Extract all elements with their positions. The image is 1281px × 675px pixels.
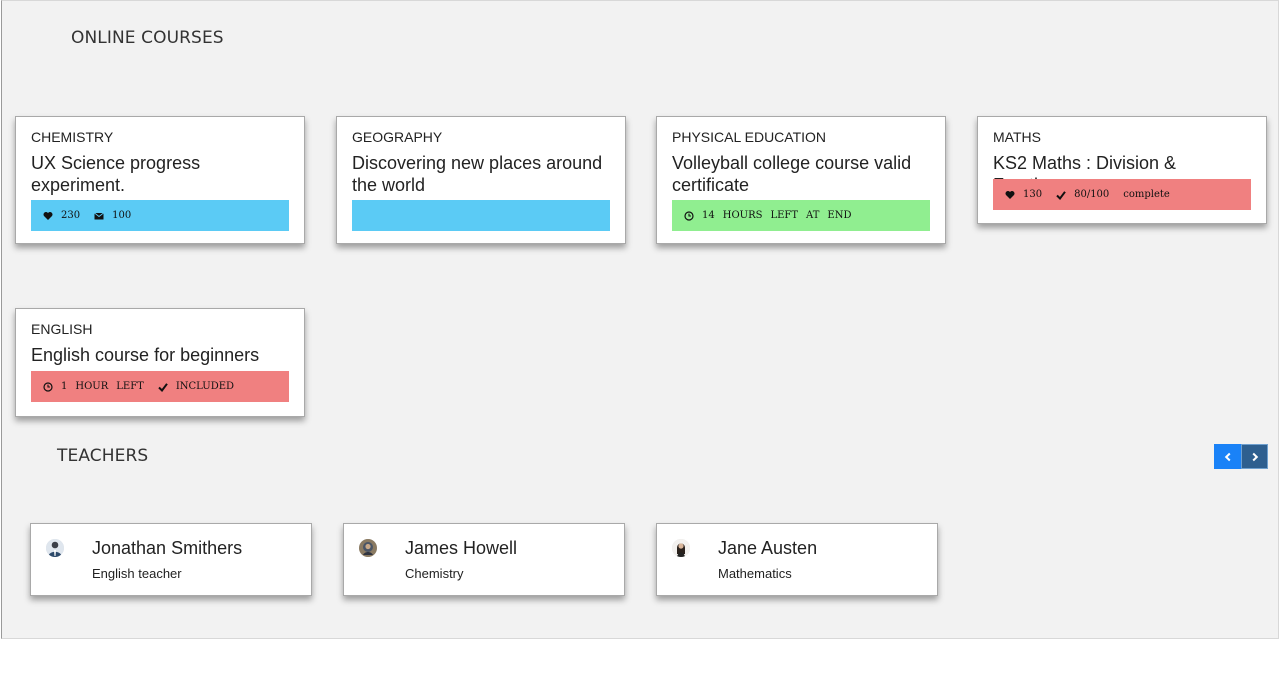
clock-icon <box>43 381 53 392</box>
avatar <box>46 539 64 557</box>
teachers-heading: TEACHERS <box>57 446 149 466</box>
checkmark-icon <box>1056 190 1066 200</box>
course-subject: MATHS <box>993 129 1041 145</box>
status-text: complete <box>1123 189 1170 200</box>
clock-icon <box>684 210 694 221</box>
teacher-card[interactable]: James Howell Chemistry <box>343 523 625 596</box>
course-subject: GEOGRAPHY <box>352 129 443 145</box>
course-subject: CHEMISTRY <box>31 129 114 145</box>
course-info-bar: 230 100 <box>31 200 289 231</box>
checkmark-icon <box>158 382 168 392</box>
course-card-maths[interactable]: MATHS KS2 Maths : Division & Fractions 1… <box>977 116 1267 224</box>
course-title: UX Science progress experiment. <box>31 153 201 195</box>
course-card-geography[interactable]: GEOGRAPHY Discovering new places around … <box>336 116 626 244</box>
chevron-right-icon <box>1252 452 1258 461</box>
avatar <box>672 539 690 557</box>
likes-count: 130 <box>1023 189 1043 200</box>
time-word: HOUR <box>75 381 109 392</box>
heart-icon <box>43 211 53 221</box>
messages-count: 100 <box>112 210 132 221</box>
teacher-name: Jonathan Smithers <box>92 538 243 558</box>
envelope-icon <box>94 211 104 221</box>
teacher-name: Jane Austen <box>718 538 818 558</box>
course-info-bar: 1 HOUR LEFT INCLUDED <box>31 371 289 402</box>
teacher-role: Mathematics <box>718 566 792 581</box>
course-card-physical-education[interactable]: PHYSICAL EDUCATION Volleyball college co… <box>656 116 946 244</box>
time-word: END <box>827 210 852 221</box>
chevron-left-icon <box>1224 452 1230 461</box>
course-subject: ENGLISH <box>31 321 93 337</box>
course-info-bar: 14 HOURS LEFT AT END <box>672 200 930 231</box>
next-page-button[interactable] <box>1241 444 1268 469</box>
time-word: AT <box>806 210 820 221</box>
score-value: 80/100 <box>1074 189 1110 200</box>
course-subject: PHYSICAL EDUCATION <box>672 129 827 145</box>
teacher-role: English teacher <box>92 566 182 581</box>
teacher-card[interactable]: Jonathan Smithers English teacher <box>30 523 312 596</box>
course-info-bar: 130 80/100 complete <box>993 179 1251 210</box>
avatar <box>359 539 377 557</box>
included-label: INCLUDED <box>175 381 235 392</box>
time-value: 1 <box>61 381 68 392</box>
time-value: 14 <box>702 210 715 221</box>
time-word: HOURS <box>722 210 763 221</box>
prev-page-button[interactable] <box>1214 444 1241 469</box>
heart-icon <box>1005 190 1015 200</box>
time-word: LEFT <box>116 381 144 392</box>
course-title: English course for beginners <box>31 345 260 365</box>
time-word: LEFT <box>770 210 799 221</box>
online-courses-heading: ONLINE COURSES <box>71 28 224 48</box>
teacher-card[interactable]: Jane Austen Mathematics <box>656 523 938 596</box>
course-title: Discovering new places around the world <box>352 153 603 195</box>
teacher-role: Chemistry <box>405 566 464 581</box>
course-card-english[interactable]: ENGLISH English course for beginners 1 H… <box>15 308 305 417</box>
course-title: Volleyball college course valid certific… <box>672 153 912 195</box>
course-card-chemistry[interactable]: CHEMISTRY UX Science progress experiment… <box>15 116 305 244</box>
likes-count: 230 <box>61 210 81 221</box>
teacher-name: James Howell <box>405 538 518 558</box>
course-info-bar <box>352 200 610 231</box>
